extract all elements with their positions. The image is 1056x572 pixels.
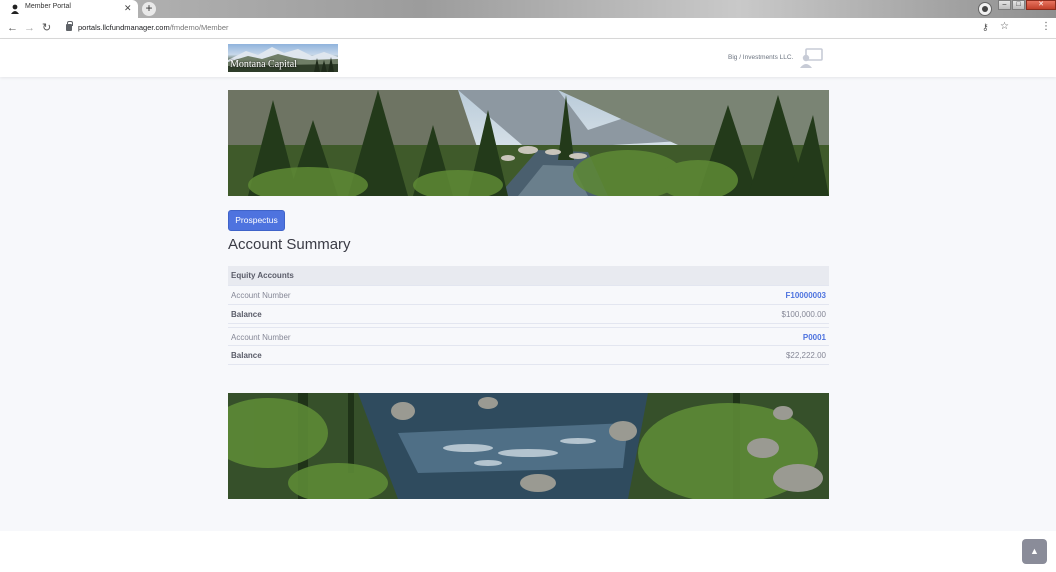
account-number-link[interactable]: F10000003	[786, 286, 826, 305]
scroll-to-top-button[interactable]: ▲	[1022, 539, 1047, 564]
table-row: Account Number P0001	[228, 327, 829, 346]
member-portal-favicon-icon	[11, 4, 19, 14]
browser-menu-icon[interactable]: ⋮	[1041, 21, 1051, 32]
url-field[interactable]: portals.llcfundmanager.com/fmdemo/Member	[78, 23, 229, 32]
reload-icon[interactable]: ↻	[42, 21, 51, 35]
balance-value: $22,222.00	[785, 351, 826, 360]
bookmark-star-icon[interactable]: ☆	[1000, 21, 1009, 32]
equity-accounts-heading: Equity Accounts	[228, 266, 829, 286]
account-number-label: Account Number	[231, 333, 291, 342]
site-header: Montana Capital Big / Investments LLC.	[0, 39, 1056, 77]
account-number-link[interactable]: P0001	[803, 328, 826, 347]
browser-tab[interactable]: Member Portal ✕	[0, 0, 138, 18]
balance-value: $100,000.00	[781, 310, 827, 319]
window-maximize-button[interactable]: □	[1012, 0, 1025, 10]
user-company-name[interactable]: Big / Investments LLC.	[728, 54, 793, 61]
table-row: Account Number F10000003	[228, 286, 829, 305]
balance-label: Balance	[231, 351, 262, 360]
forest-creek-banner-image	[228, 90, 829, 196]
presenter-user-icon[interactable]	[800, 48, 823, 68]
forward-arrow-icon[interactable]: →	[24, 21, 35, 35]
account-number-label: Account Number	[231, 291, 291, 300]
table-row: Balance $100,000.00	[228, 305, 829, 324]
river-banner-image	[228, 393, 829, 499]
window-minimize-button[interactable]: –	[998, 0, 1011, 10]
page-footer	[0, 531, 1056, 572]
profile-icon[interactable]	[978, 2, 992, 16]
chevron-up-icon: ▲	[1030, 546, 1039, 556]
tab-title: Member Portal	[25, 3, 71, 10]
url-host: portals.llcfundmanager.com	[78, 23, 170, 32]
account-summary-table: Equity Accounts Account Number F10000003…	[228, 266, 829, 365]
browser-address-bar: ← → ↻ portals.llcfundmanager.com/fmdemo/…	[0, 18, 1056, 39]
browser-tab-bar: Member Portal ✕ + – □ ✕	[0, 0, 1056, 18]
url-path: /fmdemo/Member	[169, 23, 229, 32]
lock-icon[interactable]	[66, 21, 73, 31]
page-title: Account Summary	[228, 236, 351, 253]
logo-text: Montana Capital	[230, 59, 297, 70]
balance-label: Balance	[231, 310, 262, 319]
back-arrow-icon[interactable]: ←	[7, 21, 18, 35]
window-close-button[interactable]: ✕	[1026, 0, 1056, 10]
tab-close-icon[interactable]: ✕	[124, 2, 132, 14]
prospectus-button[interactable]: Prospectus	[228, 210, 285, 231]
montana-capital-logo[interactable]: Montana Capital	[228, 44, 338, 72]
new-tab-button[interactable]: +	[142, 2, 156, 16]
table-row: Balance $22,222.00	[228, 346, 829, 365]
key-icon[interactable]: ⚷	[982, 22, 989, 33]
